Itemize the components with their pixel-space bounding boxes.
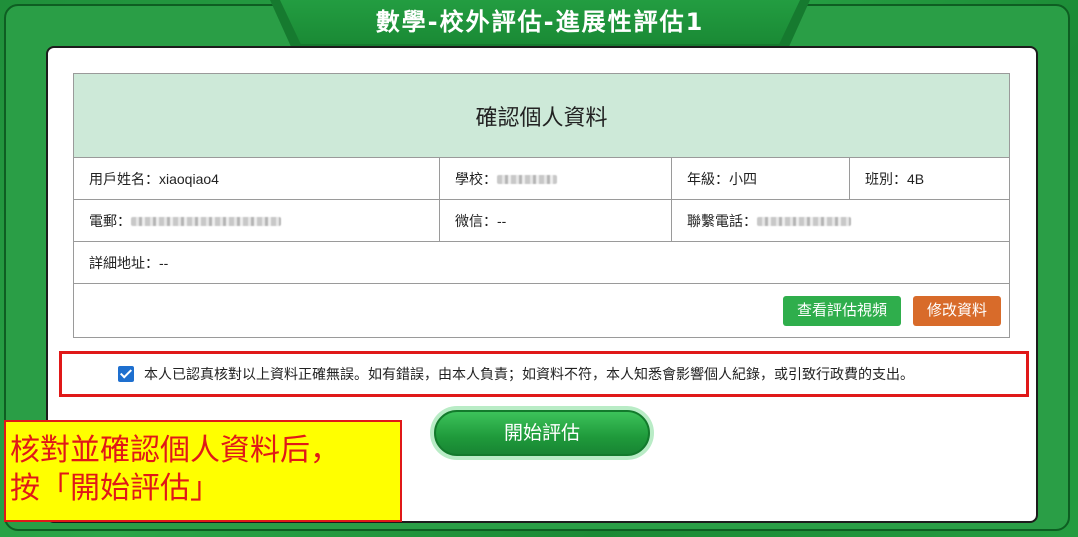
start-assessment-button[interactable]: 開始評估 bbox=[430, 406, 654, 460]
table-row: 詳細地址：-- bbox=[73, 241, 1010, 284]
page: 數學-校外評估-進展性評估1 確認個人資料 用戶姓名：xiaoqiao4 學校：… bbox=[0, 0, 1078, 537]
email-label: 電郵： bbox=[89, 212, 131, 229]
username-cell: 用戶姓名：xiaoqiao4 bbox=[73, 157, 440, 200]
phone-redacted bbox=[757, 217, 851, 227]
email-cell: 電郵： bbox=[73, 199, 440, 242]
phone-cell: 聯繫電話： bbox=[671, 199, 1010, 242]
grade-cell: 年級：小四 bbox=[671, 157, 850, 200]
table-row: 電郵： 微信：-- 聯繫電話： bbox=[73, 199, 1010, 242]
profile-heading: 確認個人資料 bbox=[73, 73, 1010, 158]
page-title: 數學-校外評估-進展性評估1 bbox=[375, 8, 705, 36]
view-video-button[interactable]: 查看評估視頻 bbox=[782, 295, 901, 326]
action-row: 查看評估視頻 修改資料 bbox=[73, 283, 1010, 338]
class-cell: 班別：4B bbox=[849, 157, 1010, 200]
school-cell: 學校： bbox=[439, 157, 672, 200]
table-row: 用戶姓名：xiaoqiao4 學校： 年級：小四 班別：4B bbox=[73, 157, 1010, 200]
edit-profile-button[interactable]: 修改資料 bbox=[912, 295, 1001, 326]
email-redacted bbox=[131, 217, 281, 227]
note-line-2: 按「開始評估」 bbox=[10, 472, 220, 505]
instruction-note: 核對並確認個人資料后， 按「開始評估」 bbox=[4, 420, 402, 522]
confirm-text: 本人已認真核對以上資料正確無誤。如有錯誤，由本人負責；如資料不符，本人知悉會影響… bbox=[144, 366, 914, 382]
note-line-1: 核對並確認個人資料后， bbox=[10, 434, 340, 467]
school-redacted bbox=[497, 175, 557, 185]
start-assessment-label: 開始評估 bbox=[434, 410, 650, 456]
wechat-cell: 微信：-- bbox=[439, 199, 672, 242]
profile-heading-row: 確認個人資料 bbox=[73, 73, 1010, 158]
school-label: 學校： bbox=[455, 170, 497, 187]
address-cell: 詳細地址：-- bbox=[73, 241, 1010, 284]
phone-label: 聯繫電話： bbox=[687, 212, 757, 229]
checkbox-checked-icon[interactable] bbox=[118, 366, 134, 382]
action-cell: 查看評估視頻 修改資料 bbox=[73, 283, 1010, 338]
confirm-box: 本人已認真核對以上資料正確無誤。如有錯誤，由本人負責；如資料不符，本人知悉會影響… bbox=[59, 351, 1029, 397]
profile-table: 確認個人資料 用戶姓名：xiaoqiao4 學校： 年級：小四 班別：4B 電郵… bbox=[73, 73, 1010, 338]
